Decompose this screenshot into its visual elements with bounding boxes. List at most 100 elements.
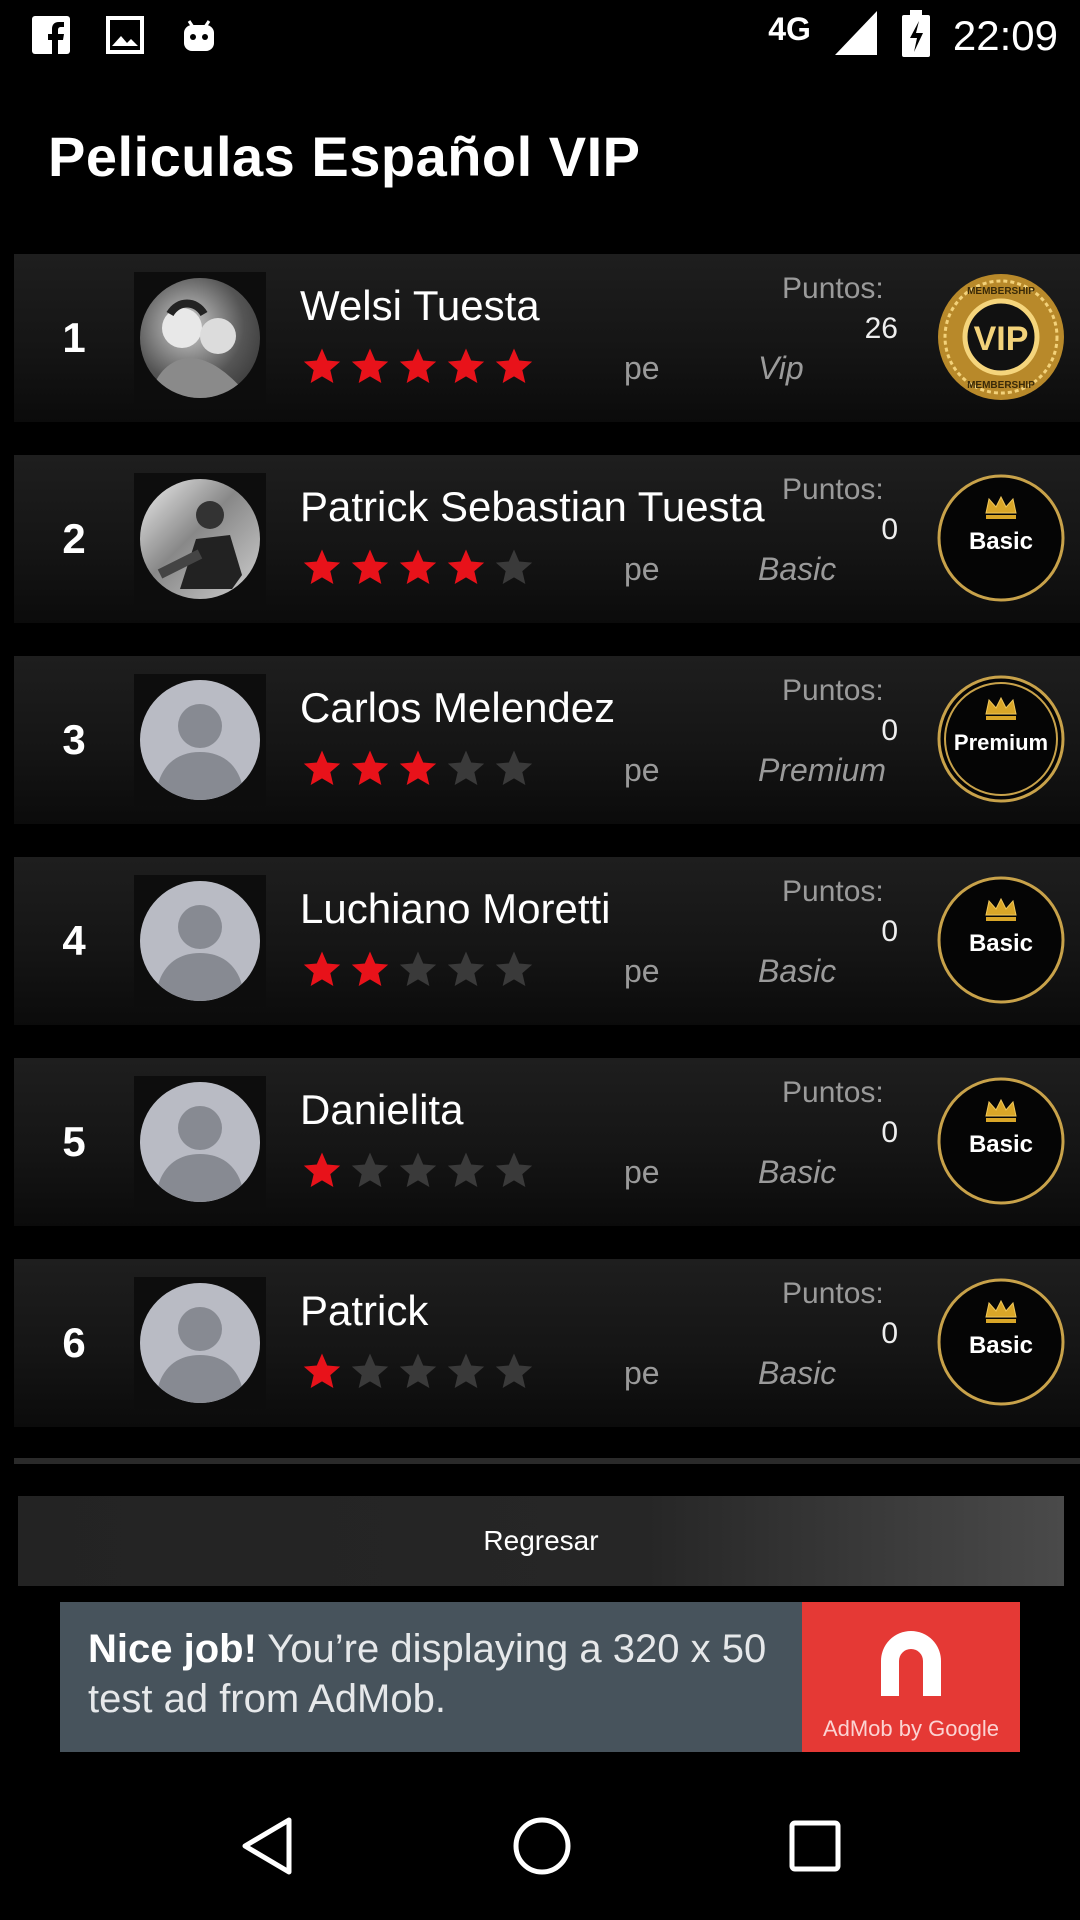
country-code: pe	[624, 1154, 660, 1190]
star-icon	[495, 1152, 533, 1187]
star-icon	[399, 1152, 437, 1187]
points-value: 26	[864, 312, 898, 345]
star-icon	[303, 750, 341, 785]
back-nav-icon[interactable]	[237, 1814, 297, 1883]
badge-label: VIP	[974, 320, 1029, 358]
star-icon	[495, 750, 533, 785]
points-label: Puntos:	[782, 1277, 884, 1310]
badge-label: Basic	[969, 528, 1033, 555]
badge-ring-top: MEMBERSHIP	[967, 286, 1035, 297]
avatar	[134, 473, 266, 605]
star-icon	[399, 1353, 437, 1388]
star-icon	[495, 951, 533, 986]
star-rating	[302, 949, 534, 989]
user-name: Danielita	[300, 1086, 464, 1133]
list-item[interactable]: 6 Patrick pe Puntos: 0 Basic Basic	[14, 1259, 1080, 1427]
star-icon	[447, 348, 485, 383]
list-item[interactable]: 1 Welsi Tuesta pe Puntos: 26 Vip VIP MEMBERSHIP…	[14, 254, 1080, 422]
back-button[interactable]: Regresar	[18, 1496, 1064, 1586]
star-icon	[303, 951, 341, 986]
navigation-bar	[0, 1776, 1080, 1920]
star-icon	[495, 1353, 533, 1388]
star-icon	[351, 951, 389, 986]
star-rating	[302, 1150, 534, 1190]
admob-brand: AdMob by Google	[822, 1716, 1000, 1741]
ranking-list[interactable]: 1 Welsi Tuesta pe Puntos: 26 Vip VIP MEMBERSHIP…	[14, 254, 1080, 1466]
badge-label: Basic	[969, 1131, 1033, 1158]
user-name: Luchiano Moretti	[300, 885, 611, 932]
membership-tier: Premium	[758, 752, 887, 788]
star-icon	[303, 1353, 341, 1388]
rank-number: 4	[62, 917, 86, 964]
avatar	[134, 875, 266, 1007]
rank-number: 3	[62, 716, 86, 763]
star-rating	[302, 1351, 534, 1391]
ad-bold-text: Nice job!	[88, 1627, 257, 1671]
star-icon	[303, 549, 341, 584]
battery-icon	[901, 8, 931, 63]
rank-number: 2	[62, 515, 86, 562]
rank-number: 1	[62, 314, 86, 361]
points-value: 0	[881, 513, 898, 546]
badge-ring-bottom: MEMBERSHIP	[967, 380, 1035, 391]
membership-tier: Vip	[758, 350, 804, 386]
country-code: pe	[624, 1355, 660, 1391]
list-item[interactable]: 5 Danielita pe Puntos: 0 Basic Basic	[14, 1058, 1080, 1226]
membership-tier: Basic	[758, 1355, 837, 1391]
badge-label: Basic	[969, 930, 1033, 957]
network-type: 4G	[768, 11, 811, 47]
star-icon	[495, 348, 533, 383]
list-item[interactable]: 3 Carlos Melendez pe Puntos: 0 Premium Premium	[14, 656, 1080, 824]
facebook-icon	[30, 14, 72, 56]
star-icon	[351, 549, 389, 584]
ad-text: Nice job! You’re displaying a 320 x 50 t…	[88, 1624, 788, 1724]
star-icon	[351, 1353, 389, 1388]
star-icon	[447, 1152, 485, 1187]
country-code: pe	[624, 350, 660, 386]
membership-tier: Basic	[758, 551, 837, 587]
membership-badge-icon: Basic	[936, 875, 1066, 1005]
membership-badge-icon: Basic	[936, 1076, 1066, 1206]
star-icon	[447, 1353, 485, 1388]
star-icon	[447, 549, 485, 584]
admob-logo-icon	[881, 1631, 941, 1696]
user-name: Carlos Melendez	[300, 684, 616, 731]
image-icon	[104, 14, 146, 56]
star-icon	[351, 1152, 389, 1187]
clock: 22:09	[952, 11, 1058, 59]
star-icon	[399, 348, 437, 383]
star-icon	[447, 750, 485, 785]
list-item[interactable]: 4 Luchiano Moretti pe Puntos: 0 Basic Basic	[14, 857, 1080, 1025]
star-icon	[495, 549, 533, 584]
badge-label: Basic	[969, 1332, 1033, 1359]
signal-icon	[833, 9, 879, 62]
avatar	[134, 1076, 266, 1208]
list-item[interactable]: 2 Patrick Sebastian Tuesta pe Puntos: 0 Basic…	[14, 455, 1080, 623]
points-label: Puntos:	[782, 674, 884, 707]
points-label: Puntos:	[782, 1076, 884, 1109]
membership-badge-icon: Basic	[936, 1277, 1066, 1407]
star-icon	[399, 951, 437, 986]
country-code: pe	[624, 953, 660, 989]
star-icon	[351, 348, 389, 383]
star-icon	[351, 750, 389, 785]
membership-tier: Basic	[758, 1154, 837, 1190]
page-title: Peliculas Español VIP	[48, 125, 641, 188]
star-icon	[303, 348, 341, 383]
star-icon	[447, 951, 485, 986]
user-name: Welsi Tuesta	[300, 282, 540, 329]
avatar	[134, 1277, 266, 1409]
points-label: Puntos:	[782, 272, 884, 305]
points-value: 0	[881, 915, 898, 948]
home-nav-icon[interactable]	[510, 1814, 574, 1883]
star-icon	[399, 750, 437, 785]
star-icon	[303, 1152, 341, 1187]
points-label: Puntos:	[782, 875, 884, 908]
admob-logo-panel: AdMob by Google	[802, 1602, 1020, 1752]
avatar	[134, 272, 266, 404]
membership-badge-icon: Basic	[936, 473, 1066, 603]
recents-nav-icon[interactable]	[787, 1818, 843, 1879]
rank-number: 6	[62, 1319, 86, 1366]
ad-banner[interactable]: Nice job! You’re displaying a 320 x 50 t…	[60, 1602, 1020, 1752]
star-rating	[302, 748, 534, 788]
